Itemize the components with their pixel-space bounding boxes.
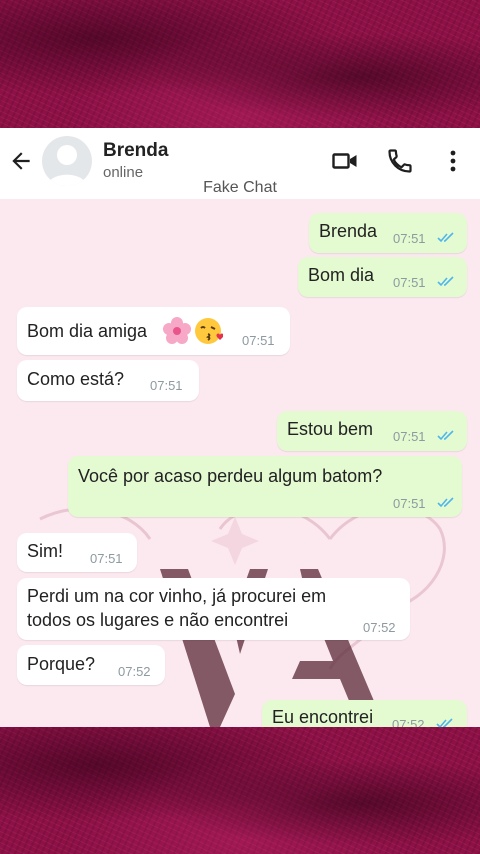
message-text: Como está? <box>27 369 125 389</box>
message-text: Porque? <box>27 654 96 674</box>
message-text: Sim! <box>27 541 63 561</box>
message-time: 07:51 <box>393 275 426 290</box>
message-text: Bom dia amiga <box>27 321 148 341</box>
message-text-line-2: todos os lugares e não encontrei <box>27 610 289 630</box>
double-check-icon <box>436 718 453 727</box>
message-time: 07:52 <box>363 620 396 635</box>
video-call-icon[interactable] <box>331 147 359 175</box>
message-time: 07:52 <box>118 664 151 679</box>
message-bubble-outgoing[interactable]: Estou bem 07:51 <box>277 411 467 451</box>
message-bubble-outgoing[interactable]: Bom dia 07:51 <box>298 257 467 297</box>
cherry-blossom-emoji-icon <box>163 317 191 344</box>
double-check-icon <box>437 232 454 243</box>
message-time: 07:51 <box>150 378 183 393</box>
message-bubble-incoming[interactable]: Bom dia amiga 07:51 <box>17 307 290 355</box>
message-text: Eu encontrei <box>272 707 374 727</box>
more-vertical-icon[interactable] <box>441 147 469 175</box>
message-bubble-outgoing[interactable]: Eu encontrei 07:52 <box>262 700 467 727</box>
message-bubble-outgoing[interactable]: Brenda 07:51 <box>309 213 467 253</box>
chat-screen: Brenda online Fake Chat Brenda 07:51 Bom… <box>0 128 480 727</box>
message-text: Você por acaso perdeu algum batom? <box>78 466 383 486</box>
contact-name[interactable]: Brenda <box>103 140 168 162</box>
message-bubble-incoming[interactable]: Sim! 07:51 <box>17 533 137 572</box>
message-time: 07:51 <box>393 496 426 511</box>
message-text-line-1: Perdi um na cor vinho, já procurei em <box>27 586 327 606</box>
arrow-left-icon[interactable] <box>8 148 34 174</box>
kissing-face-emoji-icon <box>195 318 223 344</box>
message-text: Bom dia <box>308 265 375 285</box>
page-title: Fake Chat <box>203 179 277 196</box>
decorative-bottom-border <box>0 727 480 854</box>
message-bubble-incoming[interactable]: Perdi um na cor vinho, já procurei em to… <box>17 578 410 640</box>
message-text: Brenda <box>319 221 378 241</box>
message-time: 07:52 <box>392 717 425 727</box>
message-time: 07:51 <box>393 231 426 246</box>
message-time: 07:51 <box>393 429 426 444</box>
chat-header: Brenda online Fake Chat <box>0 128 480 199</box>
message-time: 07:51 <box>90 551 123 566</box>
message-text: Estou bem <box>287 419 374 439</box>
double-check-icon <box>437 276 454 287</box>
message-time: 07:51 <box>242 333 275 348</box>
message-bubble-incoming[interactable]: Como está? 07:51 <box>17 360 199 401</box>
double-check-icon <box>437 430 454 441</box>
decorative-top-border <box>0 0 480 128</box>
phone-icon[interactable] <box>386 147 414 175</box>
message-bubble-incoming[interactable]: Porque? 07:52 <box>17 645 165 685</box>
double-check-icon <box>437 497 454 508</box>
message-bubble-outgoing[interactable]: Você por acaso perdeu algum batom? 07:51 <box>68 456 462 517</box>
